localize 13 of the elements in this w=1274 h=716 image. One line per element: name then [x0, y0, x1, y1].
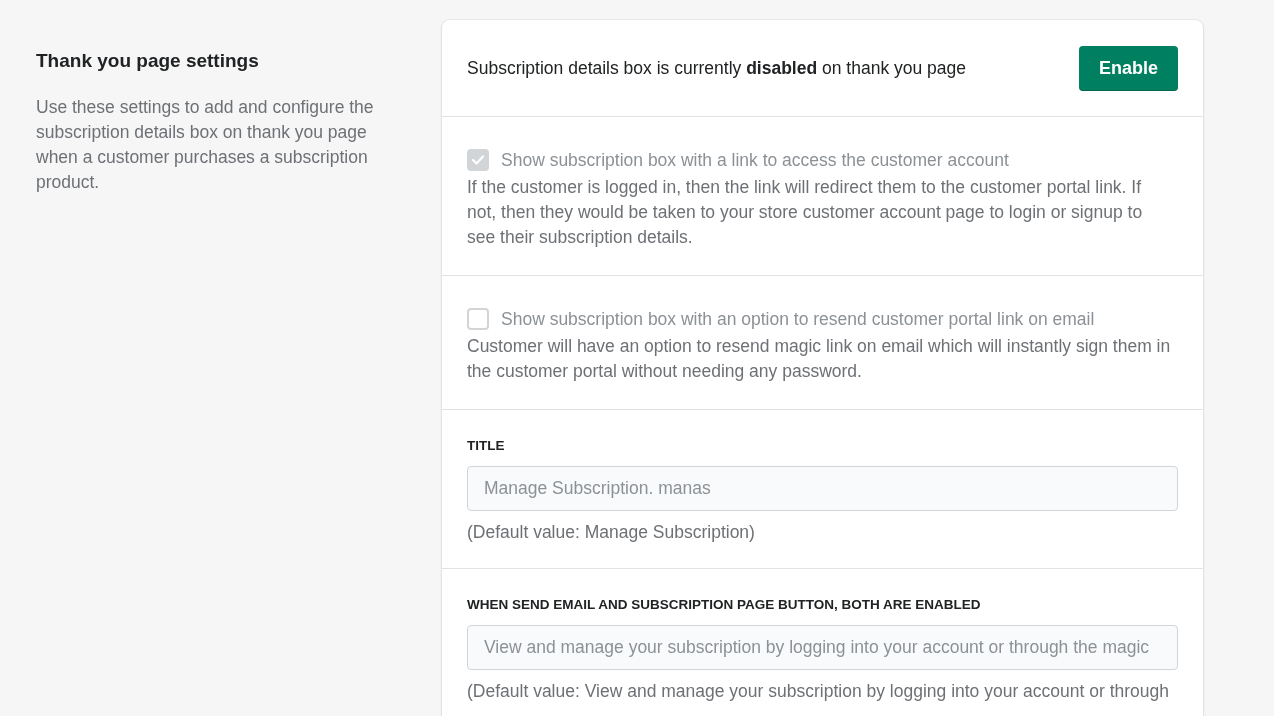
status-message: Subscription details box is currently disabled on thank you page — [467, 57, 967, 79]
enable-button[interactable]: Enable — [1078, 45, 1178, 91]
checkbox-label: Show subscription box with an option to resend customer portal link on email — [501, 308, 1095, 330]
section-description: Use these settings to add and configure the subscription details box on thank you page when a customer purchases a subscription product. — [36, 96, 375, 194]
checkbox-label: Show subscription box with a link to access the customer account — [501, 149, 1009, 171]
option-description: If the customer is logged in, then the link will redirect them to the customer portal link. If not, then they would be taken to your store customer account page to login or signup to see their subscription details. — [467, 176, 1144, 249]
field-label: WHEN SEND EMAIL AND SUBSCRIPTION PAGE BUTTON, BOTH ARE ENABLED — [467, 597, 982, 613]
default-value-hint: (Default value: View and manage your subscription by logging into your account or through — [467, 680, 1171, 703]
section-title: Thank you page settings — [36, 49, 260, 73]
default-value-hint: (Default value: Manage Subscription) — [467, 521, 756, 544]
option-description: Customer will have an option to resend magic link on email which will instantly sign them in the customer portal without needing any password. — [467, 335, 1172, 383]
checkmark-icon — [472, 155, 484, 165]
field-label: TITLE — [467, 438, 506, 454]
